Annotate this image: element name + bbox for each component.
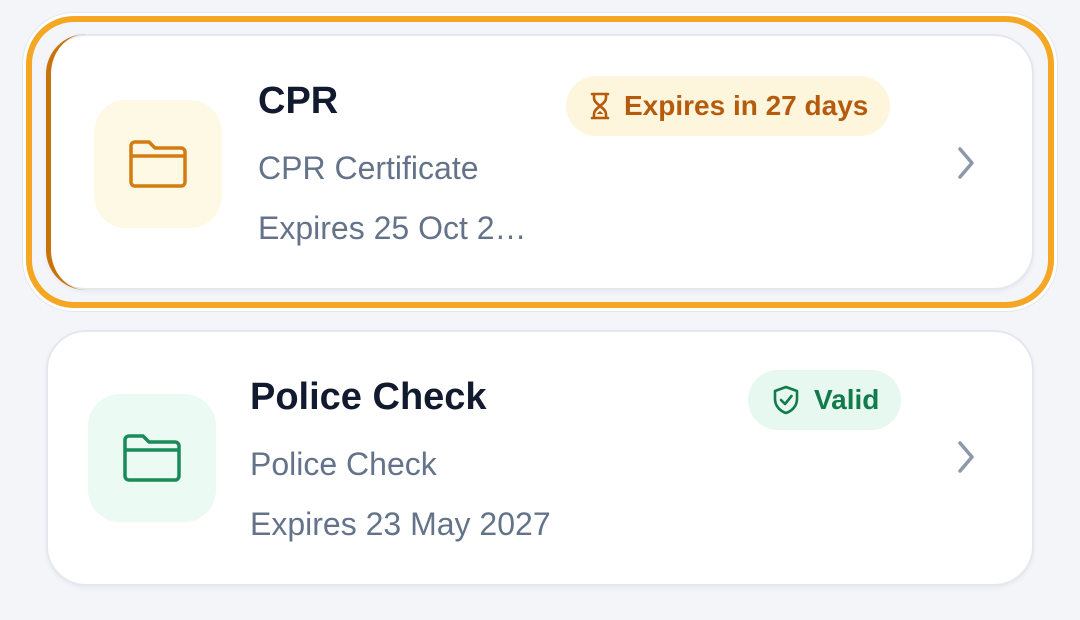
- warning-accent-bar: [46, 34, 86, 290]
- document-card-cpr[interactable]: CPR CPR Certificate Expires 25 Oct 2025 …: [46, 34, 1034, 290]
- folder-icon: [123, 434, 181, 482]
- document-icon-tile: [94, 100, 222, 228]
- chevron-right-icon: [954, 438, 978, 476]
- document-expiry-date: Expires 25 Oct 2025: [258, 210, 538, 246]
- document-expiry-date: Expires 23 May 2027: [250, 506, 551, 542]
- document-icon-tile: [88, 394, 216, 522]
- status-badge-valid: Valid: [748, 370, 902, 430]
- status-badge-expiring: Expires in 27 days: [566, 76, 891, 136]
- document-subtitle: Police Check: [250, 446, 437, 482]
- folder-icon: [129, 140, 187, 188]
- shield-check-icon: [773, 385, 799, 415]
- status-badge-label: Valid: [814, 384, 880, 415]
- document-title: Police Check: [250, 376, 487, 418]
- document-title: CPR: [258, 80, 339, 122]
- hourglass-icon: [590, 92, 610, 120]
- document-subtitle: CPR Certificate: [258, 150, 479, 186]
- chevron-right-icon: [954, 144, 978, 182]
- document-card-police-check[interactable]: Police Check Police Check Expires 23 May…: [46, 330, 1034, 586]
- status-badge-label: Expires in 27 days: [624, 90, 869, 121]
